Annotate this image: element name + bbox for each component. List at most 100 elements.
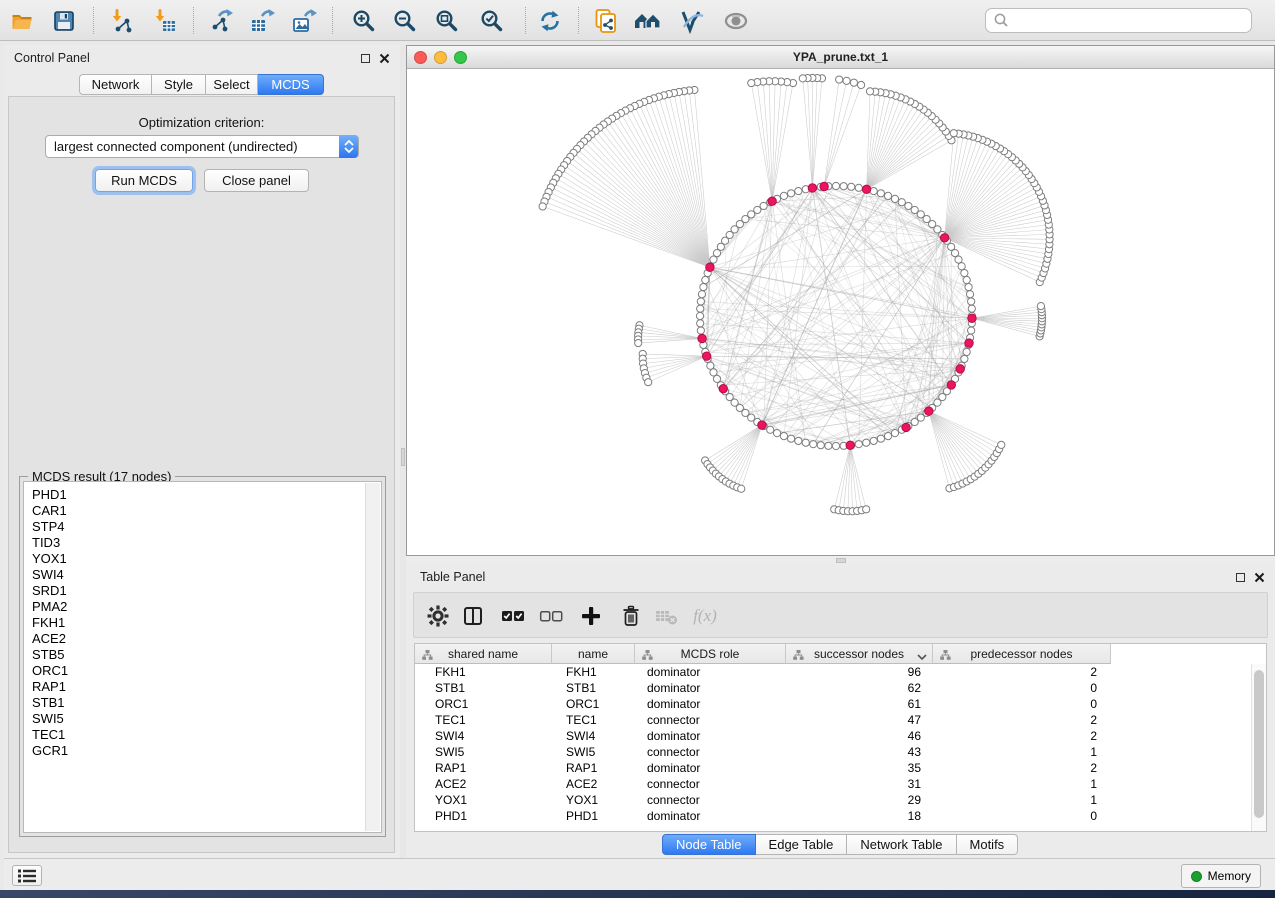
leaf-node[interactable] (799, 75, 806, 82)
mcds-result-item[interactable]: GCR1 (24, 743, 363, 759)
column-header-name[interactable]: name (552, 644, 635, 664)
tab-edge-table[interactable]: Edge Table (756, 834, 848, 855)
mcds-hub-node[interactable] (808, 184, 816, 192)
ring-node[interactable] (702, 276, 709, 283)
network-canvas[interactable] (407, 69, 1274, 555)
ring-node[interactable] (905, 202, 912, 209)
mcds-result-item[interactable]: CAR1 (24, 503, 363, 519)
mcds-hub-node[interactable] (940, 234, 948, 242)
ring-node[interactable] (787, 435, 794, 442)
ring-node[interactable] (884, 192, 891, 199)
mcds-result-item[interactable]: SWI5 (24, 711, 363, 727)
mcds-result-list[interactable]: PHD1CAR1STP4TID3YOX1SWI4SRD1PMA2FKH1ACE2… (23, 481, 382, 833)
table-scrollbar[interactable] (1251, 664, 1266, 831)
zoom-in-icon[interactable] (347, 7, 381, 35)
horizontal-splitter[interactable] (406, 556, 1275, 565)
scrollbar-thumb[interactable] (1254, 670, 1264, 818)
run-mcds-button[interactable]: Run MCDS (95, 169, 193, 192)
tab-network-table[interactable]: Network Table (847, 834, 956, 855)
save-icon[interactable] (47, 7, 81, 35)
ring-node[interactable] (855, 184, 862, 191)
optimization-criterion-select[interactable]: largest connected component (undirected) (45, 135, 359, 158)
ring-node[interactable] (961, 355, 968, 362)
ring-node[interactable] (760, 202, 767, 209)
leaf-node[interactable] (1037, 303, 1044, 310)
leaf-node[interactable] (866, 88, 873, 95)
mcds-hub-node[interactable] (925, 407, 933, 415)
zoom-fit-icon[interactable] (430, 7, 464, 35)
leaf-node[interactable] (863, 506, 870, 513)
ring-node[interactable] (848, 183, 855, 190)
memory-button[interactable]: Memory (1181, 864, 1261, 888)
mcds-hub-node[interactable] (947, 381, 955, 389)
tab-style[interactable]: Style (152, 74, 206, 95)
ring-node[interactable] (707, 362, 714, 369)
ring-node[interactable] (966, 291, 973, 298)
mcds-result-item[interactable]: YOX1 (24, 551, 363, 567)
ring-node[interactable] (697, 327, 704, 334)
column-header-shared-name[interactable]: shared name (415, 644, 552, 664)
column-header-predecessor-nodes[interactable]: predecessor nodes (933, 644, 1111, 664)
ring-node[interactable] (877, 435, 884, 442)
mcds-hub-node[interactable] (758, 421, 766, 429)
ring-node[interactable] (787, 190, 794, 197)
table-row[interactable]: ACE2ACE2connector311 (415, 776, 1251, 792)
hide-icon[interactable] (719, 7, 753, 35)
mcds-result-item[interactable]: FKH1 (24, 615, 363, 631)
table-row[interactable]: FKH1FKH1dominator962 (415, 664, 1251, 680)
tab-node-table[interactable]: Node Table (662, 834, 756, 855)
mcds-result-item[interactable]: PMA2 (24, 599, 363, 615)
mcds-result-item[interactable]: STB1 (24, 695, 363, 711)
mcds-hub-node[interactable] (846, 441, 854, 449)
ring-node[interactable] (840, 183, 847, 190)
ring-node[interactable] (911, 206, 918, 213)
ring-node[interactable] (958, 263, 965, 270)
ring-node[interactable] (697, 320, 704, 327)
leaf-node[interactable] (857, 81, 864, 88)
ring-node[interactable] (891, 195, 898, 202)
task-history-button[interactable] (12, 865, 42, 886)
mcds-result-item[interactable]: RAP1 (24, 679, 363, 695)
mcds-result-item[interactable]: STB5 (24, 647, 363, 663)
mcds-result-item[interactable]: PHD1 (24, 487, 363, 503)
delete-column-icon[interactable] (618, 603, 644, 629)
ring-node[interactable] (963, 348, 970, 355)
ring-node[interactable] (961, 269, 968, 276)
table-row[interactable]: YOX1YOX1connector291 (415, 792, 1251, 808)
table-row[interactable]: STB1STB1dominator620 (415, 680, 1251, 696)
ring-node[interactable] (963, 276, 970, 283)
ring-node[interactable] (832, 182, 839, 189)
ring-node[interactable] (810, 441, 817, 448)
tab-motifs[interactable]: Motifs (957, 834, 1019, 855)
ring-node[interactable] (898, 199, 905, 206)
export-table-icon[interactable] (246, 7, 280, 35)
mcds-hub-node[interactable] (719, 384, 727, 392)
search-input[interactable] (985, 8, 1252, 33)
ring-node[interactable] (767, 426, 774, 433)
table-row[interactable]: SWI5SWI5connector431 (415, 744, 1251, 760)
mcds-hub-node[interactable] (820, 182, 828, 190)
ring-node[interactable] (698, 291, 705, 298)
leaf-node[interactable] (539, 203, 546, 210)
ring-node[interactable] (710, 256, 717, 263)
close-panel-icon[interactable] (1254, 572, 1265, 583)
show-columns-icon[interactable] (460, 603, 486, 629)
leaf-node[interactable] (738, 485, 745, 492)
ring-node[interactable] (817, 442, 824, 449)
leaf-node[interactable] (836, 76, 843, 83)
leaf-node[interactable] (645, 379, 652, 386)
mcds-hub-node[interactable] (956, 365, 964, 373)
leaf-node[interactable] (998, 441, 1005, 448)
mcds-hub-node[interactable] (965, 339, 973, 347)
ring-node[interactable] (780, 433, 787, 440)
mcds-result-item[interactable]: TID3 (24, 535, 363, 551)
vizmapper-icon[interactable] (675, 7, 709, 35)
ring-node[interactable] (863, 439, 870, 446)
ring-node[interactable] (855, 441, 862, 448)
ring-node[interactable] (795, 437, 802, 444)
column-header-successor-nodes[interactable]: successor nodes (786, 644, 933, 664)
mcds-hub-node[interactable] (862, 185, 870, 193)
ring-node[interactable] (697, 298, 704, 305)
mcds-result-item[interactable]: ORC1 (24, 663, 363, 679)
ring-node[interactable] (773, 430, 780, 437)
